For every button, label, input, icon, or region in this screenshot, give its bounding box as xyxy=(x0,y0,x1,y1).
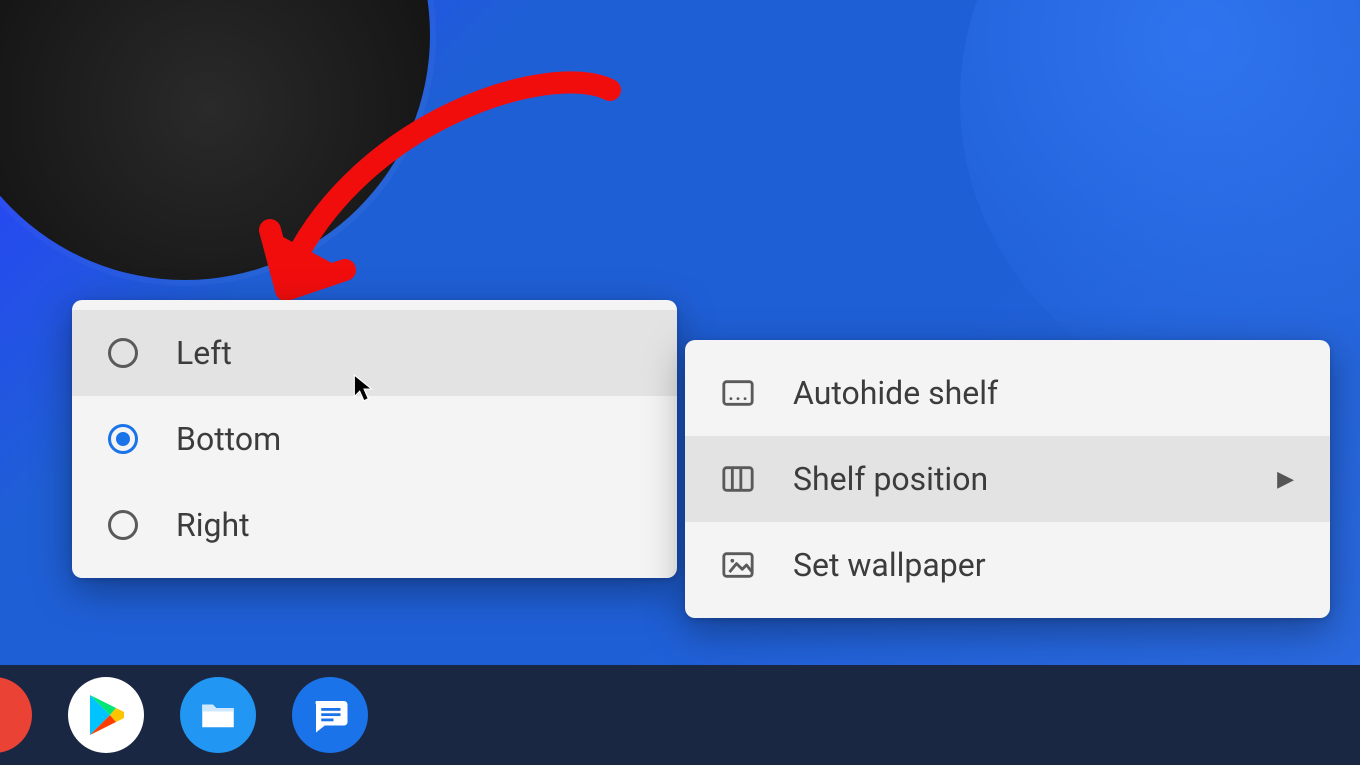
youtube-icon xyxy=(0,703,6,727)
shelf-context-menu: Autohide shelf Shelf position ▶ Set wall… xyxy=(685,340,1330,618)
menu-item-autohide-shelf[interactable]: Autohide shelf xyxy=(685,350,1330,436)
option-label: Left xyxy=(176,334,641,372)
radio-unchecked-icon xyxy=(108,510,138,540)
shelf-position-option-bottom[interactable]: Bottom xyxy=(72,396,677,482)
radio-unchecked-icon xyxy=(108,338,138,368)
menu-item-shelf-position[interactable]: Shelf position ▶ xyxy=(685,436,1330,522)
shelf-position-option-left[interactable]: Left xyxy=(72,310,677,396)
folder-icon xyxy=(197,694,239,736)
shelf-app-play-store[interactable] xyxy=(68,677,144,753)
option-label: Right xyxy=(176,506,641,544)
shelf-position-submenu: Left Bottom Right xyxy=(72,300,677,578)
picture-icon xyxy=(721,548,755,582)
chevron-right-icon: ▶ xyxy=(1277,467,1294,492)
autohide-icon xyxy=(721,376,755,410)
layout-icon xyxy=(721,462,755,496)
messages-icon xyxy=(309,694,351,736)
play-store-icon xyxy=(86,693,126,737)
menu-item-set-wallpaper[interactable]: Set wallpaper xyxy=(685,522,1330,608)
shelf-app-messages[interactable] xyxy=(292,677,368,753)
menu-item-label: Shelf position xyxy=(793,460,1239,498)
menu-item-label: Set wallpaper xyxy=(793,546,1294,584)
menu-item-label: Autohide shelf xyxy=(793,374,1294,412)
shelf-app-youtube[interactable] xyxy=(0,677,32,753)
shelf[interactable] xyxy=(0,665,1360,765)
option-label: Bottom xyxy=(176,420,641,458)
shelf-app-files[interactable] xyxy=(180,677,256,753)
shelf-position-option-right[interactable]: Right xyxy=(72,482,677,568)
radio-checked-icon xyxy=(108,424,138,454)
